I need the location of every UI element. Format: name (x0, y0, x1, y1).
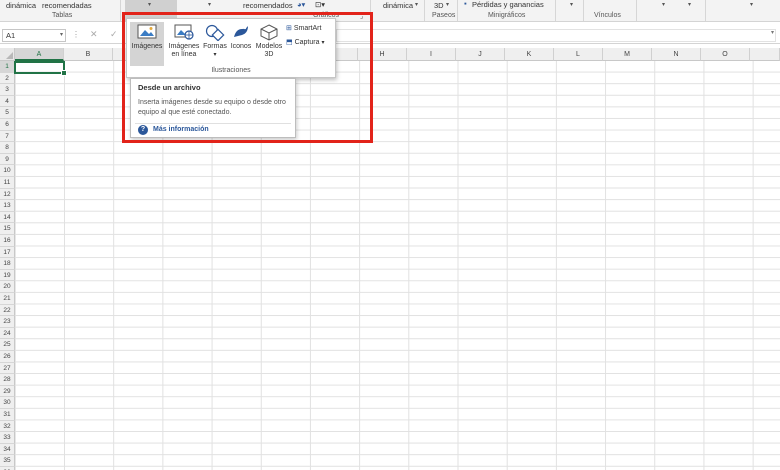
row-header-23[interactable]: 23 (0, 316, 15, 328)
win-loss-icon: ▪ (464, 0, 467, 8)
row-header-12[interactable]: 12 (0, 188, 15, 201)
chevron-down-icon: ▾ (750, 2, 754, 8)
row-header-20[interactable]: 20 (0, 281, 15, 293)
row-header-7[interactable]: 7 (0, 130, 15, 143)
row-header-26[interactable]: 26 (0, 351, 15, 363)
row-header-32[interactable]: 32 (0, 420, 15, 433)
column-header-b[interactable]: B (64, 48, 113, 61)
chevron-down-icon[interactable]: ▾ (60, 31, 63, 38)
row-header-33[interactable]: 33 (0, 432, 15, 444)
recommended-pivot-button[interactable]: recomendadas (42, 1, 92, 10)
row-header-34[interactable]: 34 (0, 443, 15, 456)
column-header-a[interactable]: A (15, 48, 64, 61)
column-header-k[interactable]: K (505, 48, 554, 61)
group-separator (583, 0, 584, 21)
row-header-15[interactable]: 15 (0, 223, 15, 235)
formula-bar: A1 ▾ ⋮ ✕ ✓ ▾ (0, 27, 780, 44)
chevron-down-icon: ▾ (148, 2, 152, 8)
links-group-label: Vínculos (594, 12, 621, 19)
row-header-35[interactable]: 35 (0, 455, 15, 467)
sparklines-group-label: Minigráficos (488, 12, 526, 19)
row-header-13[interactable]: 13 (0, 200, 15, 212)
column-header-i[interactable]: I (407, 48, 456, 61)
pivot-chart-button[interactable]: dinámica (383, 1, 413, 10)
row-header-6[interactable]: 6 (0, 119, 15, 131)
column-header-m[interactable]: M (603, 48, 652, 61)
tables-group-label: Tablas (52, 12, 73, 19)
chevron-down-icon: ▾ (415, 2, 419, 8)
group-separator (424, 0, 425, 21)
formula-input[interactable] (336, 29, 776, 42)
column-header-j[interactable]: J (456, 48, 505, 61)
row-header-21[interactable]: 21 (0, 293, 15, 305)
name-box-value: A1 (6, 31, 16, 40)
row-header-18[interactable]: 18 (0, 258, 15, 270)
ribbon: dinámica recomendadas Tablas ▾ ▾ recomen… (0, 0, 780, 22)
row-header-4[interactable]: 4 (0, 95, 15, 108)
row-header-10[interactable]: 10 (0, 165, 15, 177)
pivot-chart-icon[interactable]: ⊡▾ (315, 0, 325, 9)
row-header-22[interactable]: 22 (0, 304, 15, 317)
row-header-31[interactable]: 31 (0, 409, 15, 421)
row-header-17[interactable]: 17 (0, 246, 15, 259)
3d-map-button[interactable]: 3D (434, 1, 444, 10)
column-header-l[interactable]: L (554, 48, 603, 61)
tours-group-label: Paseos (432, 12, 456, 19)
row-header-28[interactable]: 28 (0, 374, 15, 386)
row-header-30[interactable]: 30 (0, 397, 15, 409)
row-header-8[interactable]: 8 (0, 142, 15, 154)
row-header-16[interactable]: 16 (0, 235, 15, 247)
chevron-down-icon: ▾ (446, 2, 450, 8)
row-header-3[interactable]: 3 (0, 84, 15, 96)
chevron-down-icon: ▾ (570, 2, 574, 8)
row-headers: 1 2 3 4 5 6 7 8 9 10 11 12 13 14 15 16 17 18 19 20 21 22 23 24 2… (0, 61, 15, 470)
row-header-25[interactable]: 25 (0, 339, 15, 351)
row-header-5[interactable]: 5 (0, 107, 15, 119)
cancel-icon[interactable]: ✕ (90, 29, 98, 40)
map-chart-icon[interactable]: ◕▾ (297, 0, 305, 9)
row-header-24[interactable]: 24 (0, 327, 15, 340)
select-all-corner[interactable] (0, 48, 15, 61)
row-header-14[interactable]: 14 (0, 211, 15, 224)
row-header-1[interactable]: 1 (0, 61, 15, 73)
column-header-filler (750, 48, 780, 61)
name-box[interactable]: A1 ▾ (2, 29, 66, 42)
row-header-27[interactable]: 27 (0, 362, 15, 375)
row-header-2[interactable]: 2 (0, 72, 15, 85)
group-separator (120, 0, 121, 21)
more-options-icon[interactable]: ⋮ (72, 30, 80, 39)
group-separator (705, 0, 706, 21)
column-header-o[interactable]: O (701, 48, 750, 61)
recommended-charts-button[interactable]: recomendados (243, 1, 293, 10)
enter-icon[interactable]: ✓ (110, 29, 118, 40)
annotation-highlight-box (122, 12, 373, 143)
active-cell-a1[interactable] (14, 61, 67, 76)
row-header-11[interactable]: 11 (0, 177, 15, 189)
win-loss-sparkline-button[interactable]: Pérdidas y ganancias (472, 0, 544, 9)
chevron-down-icon: ▾ (662, 2, 666, 8)
chevron-down-icon: ▾ (208, 2, 212, 8)
row-header-29[interactable]: 29 (0, 385, 15, 398)
group-separator (555, 0, 556, 21)
row-header-19[interactable]: 19 (0, 269, 15, 282)
row-header-9[interactable]: 9 (0, 153, 15, 166)
group-separator (457, 0, 458, 21)
chevron-down-icon: ▾ (688, 2, 692, 8)
pivot-table-button[interactable]: dinámica (6, 1, 36, 10)
expand-formula-icon[interactable]: ▾ (771, 29, 774, 36)
column-header-n[interactable]: N (652, 48, 701, 61)
group-separator (636, 0, 637, 21)
